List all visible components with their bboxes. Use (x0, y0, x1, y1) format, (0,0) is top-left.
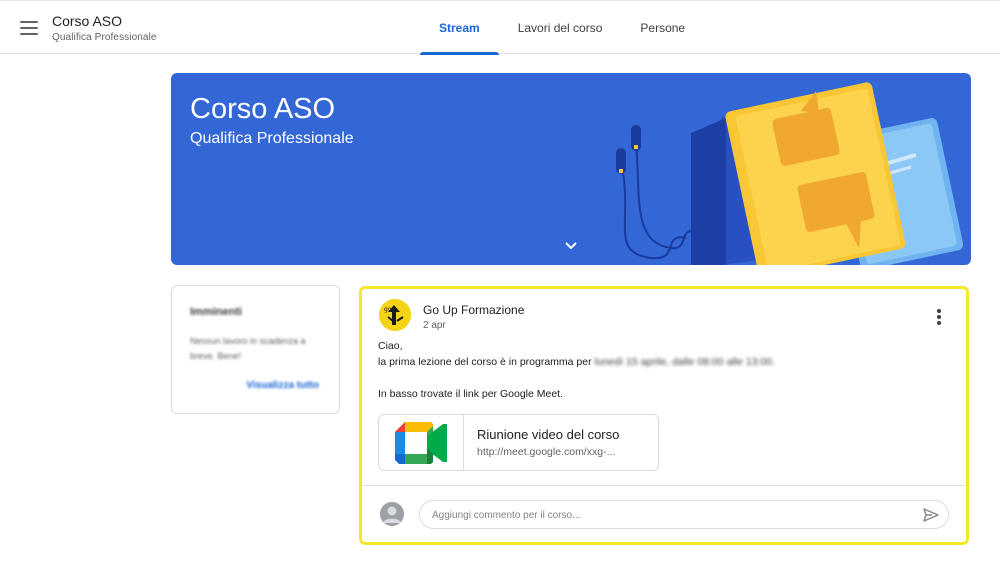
banner-subtitle: Qualifica Professionale (190, 130, 354, 147)
svg-text:go: go (384, 306, 392, 313)
course-banner: Corso ASO Qualifica Professionale (171, 73, 971, 265)
author-avatar: go (379, 299, 411, 331)
attachment-title: Riunione video del corso (477, 427, 620, 442)
more-options-icon[interactable] (936, 309, 942, 325)
comment-input[interactable] (432, 505, 902, 525)
announcement-post: go Go Up Formazione 2 apr Ciao, la prima… (359, 286, 969, 545)
post-line1-blurred: lunedì 15 aprile, dalle 08:00 alle 13:00… (594, 356, 775, 368)
top-app-bar: Corso ASO Qualifica Professionale Stream… (0, 0, 1000, 55)
course-title[interactable]: Corso ASO (52, 13, 122, 29)
post-line2: In basso trovate il link per Google Meet… (378, 388, 564, 400)
comment-box (419, 500, 949, 529)
tab-people[interactable]: Persone (621, 1, 704, 55)
go-up-logo-icon: go (379, 299, 411, 331)
post-date: 2 apr (423, 320, 446, 331)
view-all-link[interactable]: Visualizza tutto (246, 380, 319, 391)
main-menu-icon[interactable] (18, 17, 40, 39)
upcoming-title: Imminenti (190, 306, 242, 318)
upcoming-text: Nessun lavoro in scadenza a breve. Bene! (190, 336, 306, 361)
comment-divider (362, 485, 966, 486)
books-illustration-icon (616, 82, 964, 265)
chevron-down-icon[interactable] (563, 237, 579, 253)
course-subtitle: Qualifica Professionale (52, 32, 157, 43)
tab-classwork[interactable]: Lavori del corso (499, 1, 622, 55)
attachment-thumbnail (379, 415, 464, 470)
google-meet-icon (395, 421, 447, 464)
send-icon[interactable] (922, 506, 940, 524)
upcoming-card: Imminenti Nessun lavoro in scadenza a br… (171, 285, 340, 414)
meet-attachment[interactable]: Riunione video del corso http://meet.goo… (378, 414, 659, 471)
tab-stream[interactable]: Stream (420, 1, 499, 55)
user-avatar-icon (380, 502, 404, 526)
course-tabs: Stream Lavori del corso Persone (420, 1, 704, 55)
attachment-url: http://meet.google.com/xxg-... (477, 446, 616, 458)
post-author[interactable]: Go Up Formazione (423, 303, 524, 317)
post-greeting: Ciao, (378, 340, 403, 352)
banner-title: Corso ASO (190, 93, 336, 125)
post-line1-text: la prima lezione del corso è in programm… (378, 356, 592, 368)
post-line1: la prima lezione del corso è in programm… (378, 356, 775, 368)
